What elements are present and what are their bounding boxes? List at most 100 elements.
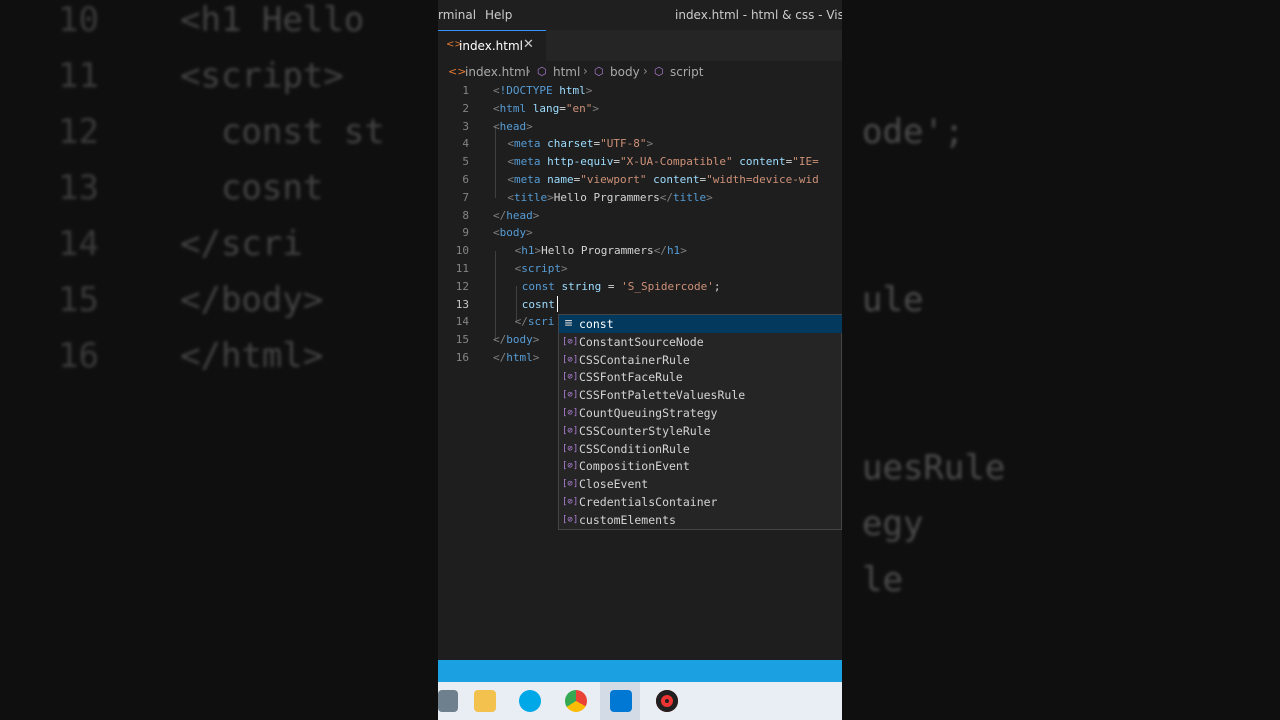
start-icon[interactable] bbox=[438, 690, 458, 712]
variable-icon: [⊘] bbox=[562, 514, 579, 525]
code-line[interactable]: 6 <meta name="viewport" content="width=de… bbox=[438, 171, 842, 189]
vscode-icon[interactable] bbox=[610, 690, 632, 712]
line-number: 8 bbox=[462, 208, 469, 222]
background-blur-left: 10 <h1 Hello 11 <script> 12 const st 13 cosnt… bbox=[0, 0, 438, 720]
chevron-right-icon: › bbox=[526, 64, 531, 78]
tab-index-html[interactable]: <> index.html ✕ bbox=[438, 30, 546, 61]
suggestion-item[interactable]: [⊘] CSSFontFaceRule bbox=[559, 368, 842, 386]
suggestion-item[interactable]: [⊘] customElements bbox=[559, 511, 842, 529]
code-line[interactable]: 8 </head> bbox=[438, 207, 842, 225]
element-icon: ⬡ bbox=[594, 65, 604, 78]
code-text: <meta http-equiv="X-UA-Compatible" conte… bbox=[507, 155, 819, 169]
background-line-number: 15 bbox=[58, 280, 99, 320]
breadcrumb-html[interactable]: html bbox=[553, 65, 580, 79]
line-number: 2 bbox=[462, 101, 469, 115]
suggestion-item[interactable]: [⊘] CloseEvent bbox=[559, 475, 842, 493]
text-cursor bbox=[557, 296, 558, 312]
background-code-text: <h1 Hello bbox=[180, 0, 365, 40]
suggestion-item[interactable]: [⊘] ConstantSourceNode bbox=[559, 333, 842, 351]
recorder-icon[interactable] bbox=[656, 690, 678, 712]
suggestion-label: CSSConditionRule bbox=[579, 441, 690, 456]
code-line[interactable]: 13 cosnt bbox=[438, 296, 842, 314]
background-blur-right: ode'; ule uesRule egy le bbox=[842, 0, 1280, 720]
suggestion-label: CredentialsContainer bbox=[579, 495, 718, 509]
background-line-number: 12 bbox=[58, 112, 99, 152]
status-bar bbox=[438, 660, 842, 682]
suggestion-item[interactable]: [⊘] CSSConditionRule bbox=[559, 440, 842, 458]
code-line[interactable]: 5 <meta http-equiv="X-UA-Compatible" cont… bbox=[438, 153, 842, 171]
code-line[interactable]: 11 <script> bbox=[438, 260, 842, 278]
background-code-text: uesRule bbox=[862, 448, 1006, 488]
code-text: <title>Hello Prgrammers</title> bbox=[507, 190, 713, 204]
tab-label: index.html bbox=[459, 39, 523, 53]
code-line[interactable]: 12 const string = 'S_Spidercode'; bbox=[438, 278, 842, 296]
code-text: <head> bbox=[493, 119, 533, 133]
suggestion-label: CSSContainerRule bbox=[579, 352, 690, 367]
skype-icon[interactable] bbox=[519, 690, 541, 712]
line-number: 13 bbox=[455, 297, 469, 311]
chevron-right-icon: › bbox=[583, 64, 588, 78]
variable-icon: [⊘] bbox=[562, 390, 579, 401]
code-text: <meta name="viewport" content="width=dev… bbox=[507, 173, 819, 186]
code-editor[interactable]: 1 <!DOCTYPE html> 2 <html lang="en"> 3 <head>… bbox=[438, 82, 842, 660]
background-line-number: 13 bbox=[58, 168, 99, 208]
suggestion-label: customElements bbox=[579, 512, 676, 527]
line-number: 15 bbox=[455, 333, 469, 347]
background-code-text: le bbox=[862, 560, 903, 600]
breadcrumb-script[interactable]: script bbox=[670, 65, 703, 79]
vscode-window: rminal Help index.html - html & css - Vi… bbox=[438, 0, 842, 720]
suggestion-label: ConstantSourceNode bbox=[579, 334, 704, 349]
code-text: <script> bbox=[514, 262, 568, 275]
line-number: 3 bbox=[462, 119, 469, 133]
background-code-text: cosnt bbox=[180, 168, 324, 208]
breadcrumb-body[interactable]: body bbox=[610, 65, 640, 79]
variable-icon: [⊘] bbox=[562, 425, 579, 436]
background-line-number: 14 bbox=[58, 224, 99, 264]
line-number: 9 bbox=[462, 226, 469, 240]
suggestion-item[interactable]: [⊘] CompositionEvent bbox=[559, 457, 842, 475]
suggestion-item[interactable]: [⊘] CSSContainerRule bbox=[559, 351, 842, 369]
line-number: 14 bbox=[455, 315, 469, 329]
code-line[interactable]: 9 <body> bbox=[438, 224, 842, 242]
suggestion-item[interactable]: [⊘] CSSCounterStyleRule bbox=[559, 422, 842, 440]
line-number: 16 bbox=[455, 351, 469, 364]
chevron-right-icon: › bbox=[643, 64, 648, 78]
code-text: <meta charset="UTF-8"> bbox=[507, 137, 654, 151]
menu-help[interactable]: Help bbox=[485, 8, 512, 22]
code-line[interactable]: 7 <title>Hello Prgrammers</title> bbox=[438, 189, 842, 207]
code-line[interactable]: 10 <h1>Hello Programmers</h1> bbox=[438, 242, 842, 260]
code-line[interactable]: 2 <html lang="en"> bbox=[438, 100, 842, 118]
file-explorer-icon[interactable] bbox=[474, 690, 496, 712]
code-text: </html> bbox=[493, 351, 540, 364]
keyword-icon: ≡ bbox=[564, 316, 573, 331]
code-line[interactable]: 1 <!DOCTYPE html> bbox=[438, 82, 842, 100]
taskbar-icons bbox=[438, 682, 842, 720]
background-code-text: egy bbox=[862, 504, 924, 544]
suggestion-item[interactable]: [⊘] CredentialsContainer bbox=[559, 493, 842, 511]
code-line[interactable]: 4 <meta charset="UTF-8"> bbox=[438, 135, 842, 153]
variable-icon: [⊘] bbox=[562, 443, 579, 454]
background-code-text: </html> bbox=[180, 336, 324, 376]
background-line-number: 16 bbox=[58, 336, 99, 376]
code-text: </head> bbox=[493, 208, 540, 222]
chrome-icon[interactable] bbox=[565, 690, 587, 712]
close-icon[interactable]: ✕ bbox=[523, 37, 534, 52]
suggestion-item[interactable]: ≡ const bbox=[559, 315, 842, 333]
background-code-text: const st bbox=[180, 112, 385, 152]
menu-terminal[interactable]: rminal bbox=[438, 8, 476, 22]
element-icon: ⬡ bbox=[537, 65, 547, 78]
line-number: 1 bbox=[462, 84, 469, 97]
suggestion-label: CompositionEvent bbox=[579, 459, 690, 474]
variable-icon: [⊘] bbox=[562, 372, 579, 383]
line-number: 4 bbox=[462, 137, 469, 151]
breadcrumb-file[interactable]: index.html bbox=[465, 65, 529, 79]
suggestion-item[interactable]: [⊘] CountQueuingStrategy bbox=[559, 404, 842, 422]
title-bar: rminal Help index.html - html & css - Vi… bbox=[438, 0, 842, 30]
suggestion-item[interactable]: [⊘] CSSFontPaletteValuesRule bbox=[559, 386, 842, 404]
background-code-zoom: 10 <h1 Hello 11 <script> 12 const st 13 cosnt… bbox=[0, 0, 438, 720]
background-code-text: <script> bbox=[180, 56, 344, 96]
variable-icon: [⊘] bbox=[562, 408, 579, 418]
background-line-number: 11 bbox=[58, 56, 99, 96]
code-line[interactable]: 3 <head> bbox=[438, 118, 842, 136]
code-text: <h1>Hello Programmers</h1> bbox=[514, 244, 687, 258]
